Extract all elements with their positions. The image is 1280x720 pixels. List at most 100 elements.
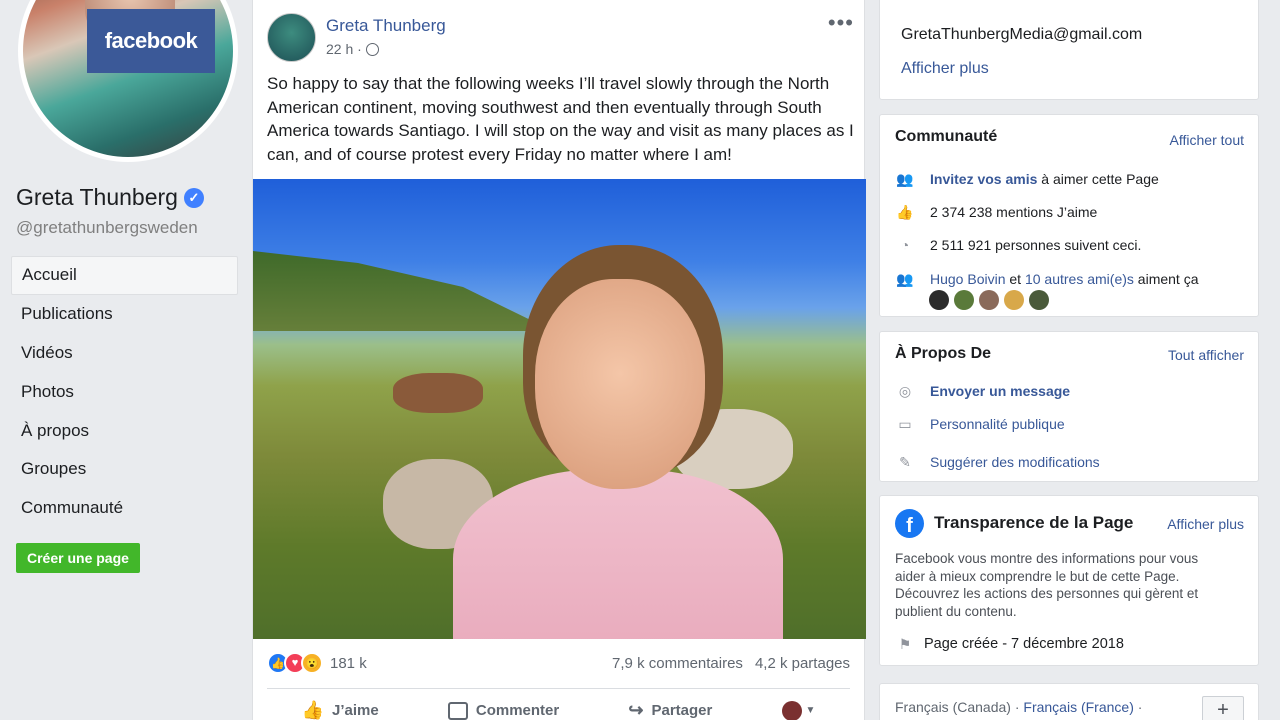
- verified-badge-icon: ✓: [183, 187, 204, 208]
- likes-row: 👍 2 374 238 mentions J’aime: [895, 203, 1098, 221]
- photo-sheep: [393, 373, 483, 413]
- create-page-button[interactable]: Créer une page: [16, 543, 140, 573]
- transparency-text: Facebook vous montre des informations po…: [895, 551, 1199, 620]
- friends-connector: et: [1005, 271, 1025, 287]
- nav-item-a-propos[interactable]: À propos: [11, 411, 238, 450]
- page-name[interactable]: Greta Thunberg ✓: [16, 184, 204, 211]
- send-message-link[interactable]: Envoyer un message: [930, 383, 1070, 399]
- page-created-text: Page créée - 7 décembre 2018: [924, 636, 1124, 652]
- comment-icon: [447, 701, 468, 720]
- post-photo[interactable]: [253, 179, 866, 639]
- reaction-count[interactable]: 181 k: [330, 655, 367, 672]
- divider: [267, 688, 850, 689]
- invite-rest: à aimer cette Page: [1037, 171, 1159, 187]
- about-see-all-link[interactable]: Tout afficher: [1168, 347, 1244, 363]
- language-list: Français (Canada) · Français (France) ·: [895, 699, 1142, 715]
- about-card: À Propos De Tout afficher ◎ Envoyer un m…: [879, 331, 1259, 482]
- other-friends-link[interactable]: 10 autres ami(e)s: [1025, 271, 1134, 287]
- nav-item-videos[interactable]: Vidéos: [11, 334, 238, 373]
- comment-button[interactable]: Commenter: [447, 701, 560, 720]
- facebook-logo: facebook: [87, 9, 215, 73]
- add-language-button[interactable]: +: [1202, 696, 1244, 720]
- friends-like-row: 👥 Hugo Boivin et 10 autres ami(e)s aimen…: [895, 270, 1199, 288]
- chevron-down-icon: ▼: [805, 705, 816, 716]
- page-created-row: ⚑ Page créée - 7 décembre 2018: [895, 635, 1124, 653]
- share-icon: ↪: [628, 700, 644, 720]
- nav-item-communaute[interactable]: Communauté: [11, 489, 238, 528]
- post-timestamp[interactable]: 22 h ·: [326, 41, 362, 57]
- friends-icon: 👥: [896, 270, 914, 287]
- page-handle[interactable]: @gretathunbergsweden: [16, 218, 198, 238]
- share-button[interactable]: ↪ Partager: [628, 700, 712, 720]
- followers-row: ◔ 2 511 921 personnes suivent ceci.: [895, 237, 1142, 253]
- pencil-icon: ✎: [899, 453, 911, 470]
- shares-count[interactable]: 4,2 k partages: [755, 655, 850, 672]
- post-author-avatar[interactable]: [267, 13, 316, 62]
- thumbs-up-icon: 👍: [896, 203, 914, 220]
- mini-avatar: [781, 700, 802, 720]
- more-options-icon[interactable]: •••: [828, 10, 854, 36]
- post-actions: 👍 J’aime Commenter ↪ Partager ▼: [267, 700, 850, 720]
- friends-like-suffix: aiment ça: [1133, 271, 1199, 287]
- rss-icon: ◔: [900, 237, 910, 253]
- transparency-title: Transparence de la Page: [934, 513, 1134, 532]
- category-link[interactable]: Personnalité publique: [930, 416, 1065, 432]
- flag-icon: ⚑: [898, 635, 912, 652]
- profile-photo: facebook: [23, 0, 233, 157]
- post-stats: 7,9 k commentaires 4,2 k partages: [612, 655, 850, 672]
- page-name-text[interactable]: Greta Thunberg: [16, 184, 178, 211]
- photo-hill: [253, 251, 553, 331]
- show-more-link[interactable]: Afficher plus: [901, 60, 989, 78]
- community-see-all-link[interactable]: Afficher tout: [1170, 132, 1244, 148]
- nav-item-photos[interactable]: Photos: [11, 372, 238, 411]
- tag-icon: ▭: [898, 415, 912, 432]
- invite-friends-row: 👥 Invitez vos amis à aimer cette Page: [895, 170, 1159, 188]
- about-title: À Propos De: [895, 345, 992, 362]
- friends-icon: 👥: [896, 170, 914, 187]
- language-france[interactable]: Français (France): [1023, 699, 1133, 715]
- followers-count: 2 511 921 personnes suivent ceci.: [930, 237, 1142, 253]
- transparency-see-more-link[interactable]: Afficher plus: [1167, 516, 1244, 532]
- friend-avatar[interactable]: [929, 290, 949, 310]
- thumbs-up-icon: 👍: [301, 700, 324, 720]
- messenger-icon: ◎: [898, 382, 912, 399]
- post-card: Greta Thunberg 22 h · ••• So happy to sa…: [252, 0, 866, 720]
- category-row: ▭ Personnalité publique: [895, 415, 1065, 433]
- nav-item-accueil[interactable]: Accueil: [11, 256, 238, 295]
- suggest-edits-row[interactable]: ✎ Suggérer des modifications: [895, 453, 1100, 471]
- friend-avatar[interactable]: [1029, 290, 1049, 310]
- photo-person-face: [535, 279, 705, 489]
- community-card: Communauté Afficher tout 👥 Invitez vos a…: [879, 114, 1259, 317]
- send-message-row[interactable]: ◎ Envoyer un message: [895, 382, 1070, 400]
- language-canada[interactable]: Français (Canada) ·: [895, 699, 1023, 715]
- page-nav: Accueil Publications Vidéos Photos À pro…: [11, 256, 238, 528]
- profile-picture[interactable]: facebook: [18, 0, 238, 162]
- language-card: Français (Canada) · Français (France) · …: [879, 683, 1259, 720]
- facebook-icon: f: [895, 509, 924, 538]
- contact-card: GretaThunbergMedia@gmail.com Afficher pl…: [879, 0, 1259, 100]
- nav-item-groupes[interactable]: Groupes: [11, 450, 238, 489]
- nav-item-publications[interactable]: Publications: [11, 295, 238, 334]
- like-label: J’aime: [332, 702, 379, 719]
- community-title: Communauté: [895, 128, 998, 145]
- share-label: Partager: [651, 702, 713, 719]
- post-meta: 22 h ·: [326, 41, 379, 57]
- invite-friends-link[interactable]: Invitez vos amis: [930, 171, 1037, 187]
- post-as-selector[interactable]: ▼: [781, 700, 816, 720]
- comment-label: Commenter: [475, 702, 560, 719]
- post-author-name[interactable]: Greta Thunberg: [326, 16, 446, 36]
- likes-count: 2 374 238 mentions J’aime: [930, 204, 1098, 220]
- globe-icon: [365, 42, 379, 56]
- friend-avatar[interactable]: [979, 290, 999, 310]
- suggest-edits-link[interactable]: Suggérer des modifications: [930, 454, 1100, 470]
- like-button[interactable]: 👍 J’aime: [302, 700, 379, 720]
- wow-reaction-icon: 😮: [301, 652, 323, 674]
- friend-name-link[interactable]: Hugo Boivin: [930, 271, 1006, 287]
- contact-email[interactable]: GretaThunbergMedia@gmail.com: [901, 26, 1142, 44]
- language-separator: ·: [1133, 699, 1143, 715]
- comments-count[interactable]: 7,9 k commentaires: [612, 655, 743, 672]
- friend-avatar[interactable]: [954, 290, 974, 310]
- left-column: facebook Greta Thunberg ✓ @gretathunberg…: [0, 0, 250, 720]
- friend-avatar[interactable]: [1004, 290, 1024, 310]
- reactions-summary[interactable]: 👍 ♥ 😮 181 k: [267, 652, 367, 674]
